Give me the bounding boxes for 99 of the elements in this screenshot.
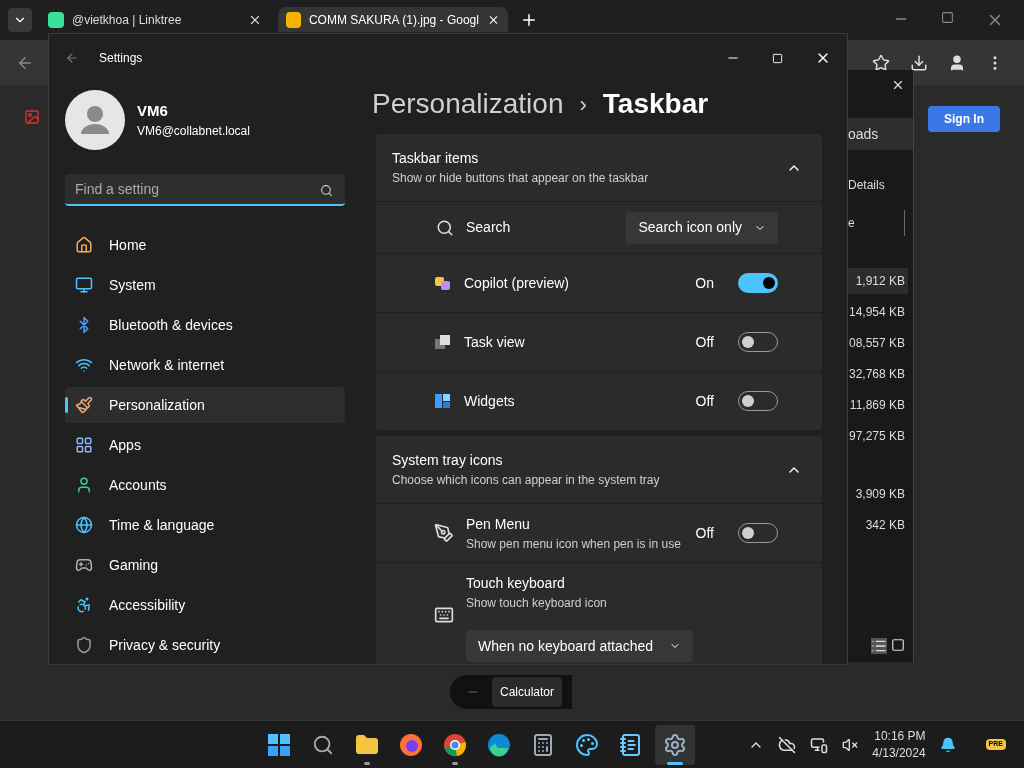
clock-date[interactable]: 4/13/2024 xyxy=(872,744,926,762)
star-icon[interactable] xyxy=(872,53,890,72)
toggle-state: Off xyxy=(695,523,714,543)
file-size: 342 KB xyxy=(864,517,906,534)
nav-item[interactable]: Gaming xyxy=(65,547,345,583)
image-icon xyxy=(24,109,40,125)
thumbnail-view-icon[interactable] xyxy=(891,638,905,652)
section-title: System tray icons xyxy=(392,451,504,470)
keyboard-icon xyxy=(434,605,454,625)
pen-icon xyxy=(434,523,454,543)
setting-label: Copilot (preview) xyxy=(464,273,570,293)
file-size: 97,275 KB xyxy=(848,428,906,445)
toggle-state: Off xyxy=(695,391,714,411)
sign-in-button[interactable]: Sign In xyxy=(928,106,1000,132)
page-title: Taskbar xyxy=(602,87,709,121)
file-size: 1,912 KB xyxy=(848,268,908,294)
setting-label: Task view xyxy=(464,332,525,352)
tooltip: Calculator xyxy=(492,677,563,707)
tab-list-button[interactable] xyxy=(8,8,32,32)
windows-logo-icon xyxy=(267,732,291,757)
toggle-switch[interactable] xyxy=(738,273,778,293)
palette-icon xyxy=(575,732,599,757)
widgets-icon xyxy=(434,392,452,410)
file-size: 11,869 KB xyxy=(848,397,906,414)
house-icon xyxy=(75,236,93,254)
search-icon xyxy=(436,218,454,237)
section-subtitle: Choose which icons can appear in the system tray xyxy=(392,472,660,489)
dropdown[interactable]: Search icon only xyxy=(626,211,778,244)
section-title: Taskbar items xyxy=(392,149,480,168)
list-view-icon[interactable] xyxy=(871,638,887,654)
mute-icon[interactable] xyxy=(842,736,859,753)
nav-item[interactable]: Accounts xyxy=(65,467,345,503)
nav-item[interactable]: Home xyxy=(65,227,345,263)
search-field[interactable]: Find a setting xyxy=(65,174,345,206)
browser-tab[interactable]: COMM SAKURA (1).jpg - Googl xyxy=(278,7,508,32)
download-icon[interactable] xyxy=(910,53,928,72)
nav-item[interactable]: Privacy & security xyxy=(65,627,345,663)
setting-description: Show pen menu icon when pen is in use xyxy=(466,535,681,553)
toggle-state: Off xyxy=(695,332,714,352)
nav-item[interactable]: Bluetooth & devices xyxy=(65,307,345,343)
nav-item[interactable]: System xyxy=(65,267,345,303)
profile-icon[interactable] xyxy=(948,53,966,72)
nav-item[interactable]: Accessibility xyxy=(65,587,345,623)
setting-label: Search xyxy=(466,218,511,237)
nav-item[interactable]: Network & internet xyxy=(65,347,345,383)
setting-description: Show touch keyboard icon xyxy=(466,595,608,612)
clock-time[interactable]: 10:16 PM xyxy=(874,727,926,745)
accessibility-icon xyxy=(75,596,93,614)
setting-label: Pen Menu xyxy=(466,514,531,534)
breadcrumb-parent[interactable]: Personalization xyxy=(372,83,564,125)
setting-label: Touch keyboard xyxy=(466,574,566,593)
file-size: 08,557 KB xyxy=(848,335,906,352)
breadcrumb-separator: › xyxy=(579,90,587,119)
shield-icon xyxy=(75,636,93,654)
person-icon xyxy=(75,476,93,494)
nav-item[interactable]: Time & language xyxy=(65,507,345,543)
file-size: 14,954 KB xyxy=(848,304,906,321)
bell-icon[interactable] xyxy=(939,736,956,753)
section-subtitle: Show or hide buttons that appear on the taskbar xyxy=(392,170,649,187)
calculator-icon xyxy=(531,732,555,757)
search-icon xyxy=(312,733,334,756)
task-view-icon xyxy=(434,333,452,351)
column-header: e xyxy=(848,215,855,232)
tab-title: COMM SAKURA (1).jpg - Googl xyxy=(308,11,479,29)
copilot-icon xyxy=(434,274,452,292)
monitor-icon xyxy=(75,276,93,294)
nav-item[interactable]: Apps xyxy=(65,427,345,463)
nav-item[interactable]: Personalization xyxy=(65,387,345,423)
browser-tab[interactable]: @vietkhoa | Linktree xyxy=(40,7,270,32)
new-tab-icon[interactable] xyxy=(520,11,538,29)
view-label[interactable]: Details xyxy=(848,176,885,194)
user-name: VM6 xyxy=(137,100,169,121)
wifi-icon xyxy=(75,356,93,374)
brush-icon xyxy=(75,396,93,414)
user-email: VM6@collabnet.local xyxy=(137,123,250,141)
maximize-icon[interactable] xyxy=(941,11,954,24)
taskbar-app[interactable] xyxy=(655,724,695,765)
section-header[interactable]: System tray icons Choose which icons can appear in the system tray xyxy=(376,436,822,503)
chrome-icon xyxy=(443,732,467,757)
notepad-icon xyxy=(619,732,643,757)
gear-icon xyxy=(663,732,687,757)
dropdown[interactable]: When no keyboard attached xyxy=(466,630,694,662)
globe-icon xyxy=(75,516,93,534)
window-title: Settings xyxy=(99,50,143,67)
setting-label: Widgets xyxy=(464,391,515,411)
folder-icon xyxy=(355,732,379,757)
close-icon[interactable] xyxy=(891,78,905,92)
grid-icon xyxy=(75,436,93,454)
file-size: 3,909 KB xyxy=(854,486,906,503)
search-icon xyxy=(320,184,333,197)
file-size: 32,768 KB xyxy=(848,366,906,383)
cloud-off-icon[interactable] xyxy=(778,735,797,754)
avatar xyxy=(65,90,125,150)
back-icon[interactable] xyxy=(65,51,79,65)
tab-title: @vietkhoa | Linktree xyxy=(72,11,183,29)
toggle-state: On xyxy=(695,273,714,293)
network-icon[interactable] xyxy=(810,735,829,754)
section-header[interactable]: Taskbar items Show or hide buttons that appear on the taskbar xyxy=(376,134,822,201)
gamepad-icon xyxy=(75,556,93,574)
